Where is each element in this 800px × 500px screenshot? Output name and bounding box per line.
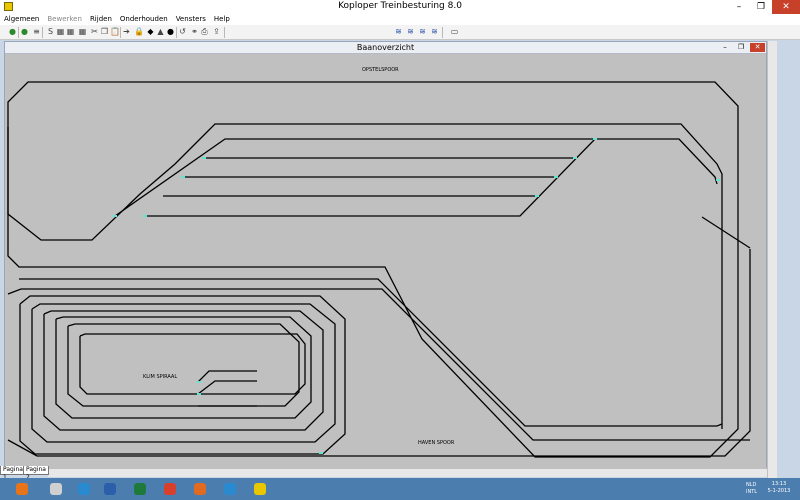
- lower-loop-track[interactable]: [19, 278, 723, 427]
- vertical-scrollbar[interactable]: [767, 41, 777, 478]
- sensor[interactable]: [535, 195, 539, 197]
- track-layout[interactable]: [5, 54, 766, 470]
- grid-icon[interactable]: ▦: [78, 27, 87, 37]
- toolbar-separator: [224, 27, 225, 38]
- branch-track[interactable]: [701, 216, 751, 249]
- cut-icon[interactable]: ✂: [90, 27, 99, 37]
- label-haven-spoor: HAVEN SPOOR: [418, 440, 455, 446]
- grid-icon[interactable]: ▦: [56, 27, 65, 37]
- link-icon[interactable]: ⚭: [190, 27, 199, 37]
- sensor[interactable]: [197, 393, 201, 395]
- title-bar: Koploper Treinbesturing 8.0 – ❐ ✕: [0, 0, 800, 14]
- mail-icon[interactable]: [190, 480, 210, 498]
- toolbar-separator: [42, 27, 43, 38]
- window-title: Koploper Treinbesturing 8.0: [338, 1, 462, 11]
- excel-icon[interactable]: [130, 480, 150, 498]
- sensor[interactable]: [593, 138, 597, 140]
- lock-icon[interactable]: 🔒: [134, 27, 144, 37]
- toolbar-separator: [442, 27, 443, 38]
- train-icon[interactable]: ▲: [156, 27, 165, 37]
- tab-pagina-2[interactable]: Pagina 2: [23, 466, 49, 481]
- menu-bar: Algemeen Bewerken Rijden Onderhouden Venster…: [0, 14, 800, 25]
- child-close-button[interactable]: ✕: [750, 43, 765, 52]
- sensor[interactable]: [554, 176, 558, 178]
- list-icon[interactable]: ≡: [32, 27, 41, 37]
- minimize-button[interactable]: –: [728, 0, 750, 14]
- signal-green-icon[interactable]: ●: [20, 27, 29, 37]
- sensor[interactable]: [197, 381, 201, 383]
- label-klim-spiraal: KLIM SPIRAAL: [143, 374, 178, 380]
- sensor[interactable]: [202, 157, 206, 159]
- export-icon[interactable]: ⇪: [212, 27, 221, 37]
- page-icon[interactable]: ▭: [450, 27, 459, 37]
- menu-bewerken[interactable]: Bewerken: [43, 14, 86, 25]
- spiral-track-3[interactable]: [31, 303, 336, 443]
- windows-media-player-icon[interactable]: [12, 480, 32, 498]
- menu-help[interactable]: Help: [210, 14, 234, 25]
- taskbar-date[interactable]: 5-1-2013: [764, 488, 794, 495]
- tray-layout[interactable]: INTL: [746, 489, 757, 495]
- child-title-bar: Baanoverzicht – ❐ ✕: [5, 42, 766, 54]
- signal-green-icon[interactable]: ●: [8, 27, 17, 37]
- paste-icon[interactable]: 📋: [110, 27, 120, 37]
- chrome-icon[interactable]: [160, 480, 180, 498]
- train-blue-icon[interactable]: ≋: [394, 27, 403, 37]
- taskbar-time[interactable]: 13:13: [764, 481, 794, 488]
- copy-icon[interactable]: ❐: [100, 27, 109, 37]
- toolbar: ● ● ≡ S ▦ ▦ ▦ ✂ ❐ 📋 ➔ 🔒 ◆ ▲ ● ↺ ⚭ ⎙ ⇪ ≋ ≋ ≋ ≋ ▭: [0, 25, 800, 40]
- undo-icon[interactable]: ↺: [178, 27, 187, 37]
- print-icon[interactable]: ⎙: [200, 27, 209, 37]
- stop-icon[interactable]: ●: [166, 27, 175, 37]
- horn-icon[interactable]: ◆: [146, 27, 155, 37]
- script-icon[interactable]: S: [46, 27, 55, 37]
- close-button[interactable]: ✕: [772, 0, 800, 14]
- label-opstelspoor: OPSTELSPOOR: [362, 67, 399, 73]
- menu-vensters[interactable]: Vensters: [172, 14, 210, 25]
- toolbar-separator: [18, 27, 19, 38]
- tray-language[interactable]: NLD: [746, 482, 756, 488]
- sensor[interactable]: [143, 215, 147, 217]
- menu-rijden[interactable]: Rijden: [86, 14, 116, 25]
- sensor[interactable]: [716, 179, 720, 181]
- train-blue-icon[interactable]: ≋: [430, 27, 439, 37]
- child-window-title: Baanoverzicht: [356, 43, 415, 52]
- spiral-track-7[interactable]: [79, 333, 306, 395]
- upper-loop-track[interactable]: [7, 81, 739, 458]
- taskbar: NLD INTL 13:13 5-1-2013: [0, 478, 800, 500]
- upper-left-track[interactable]: [7, 123, 723, 429]
- sensor[interactable]: [319, 452, 323, 454]
- menu-algemeen[interactable]: Algemeen: [0, 14, 43, 25]
- sensor[interactable]: [573, 157, 577, 159]
- restore-button[interactable]: ❐: [750, 0, 772, 14]
- track-overview-window: Baanoverzicht – ❐ ✕ OPSTELSPOOR KLIM SPI…: [4, 41, 767, 471]
- arrow-icon[interactable]: ➔: [122, 27, 131, 37]
- word-icon[interactable]: [100, 480, 120, 498]
- spiral-track-5[interactable]: [55, 316, 312, 419]
- koploper-train-icon[interactable]: [250, 480, 270, 498]
- child-minimize-button[interactable]: –: [718, 43, 732, 52]
- satellite-icon[interactable]: [46, 480, 66, 498]
- menu-onderhouden[interactable]: Onderhouden: [116, 14, 172, 25]
- grid-icon[interactable]: ▦: [66, 27, 75, 37]
- toolbar-separator: [176, 27, 177, 38]
- sensor[interactable]: [181, 176, 185, 178]
- sensor[interactable]: [113, 215, 117, 217]
- child-restore-button[interactable]: ❐: [734, 43, 748, 52]
- spiral-track-4[interactable]: [43, 310, 324, 431]
- klim-siding-2[interactable]: [197, 380, 257, 395]
- internet-explorer-icon[interactable]: [74, 480, 94, 498]
- internet-explorer-icon[interactable]: [220, 480, 240, 498]
- toolbar-separator: [120, 27, 121, 38]
- horizontal-scrollbar[interactable]: [48, 468, 767, 477]
- train-blue-icon[interactable]: ≋: [406, 27, 415, 37]
- train-blue-icon[interactable]: ≋: [418, 27, 427, 37]
